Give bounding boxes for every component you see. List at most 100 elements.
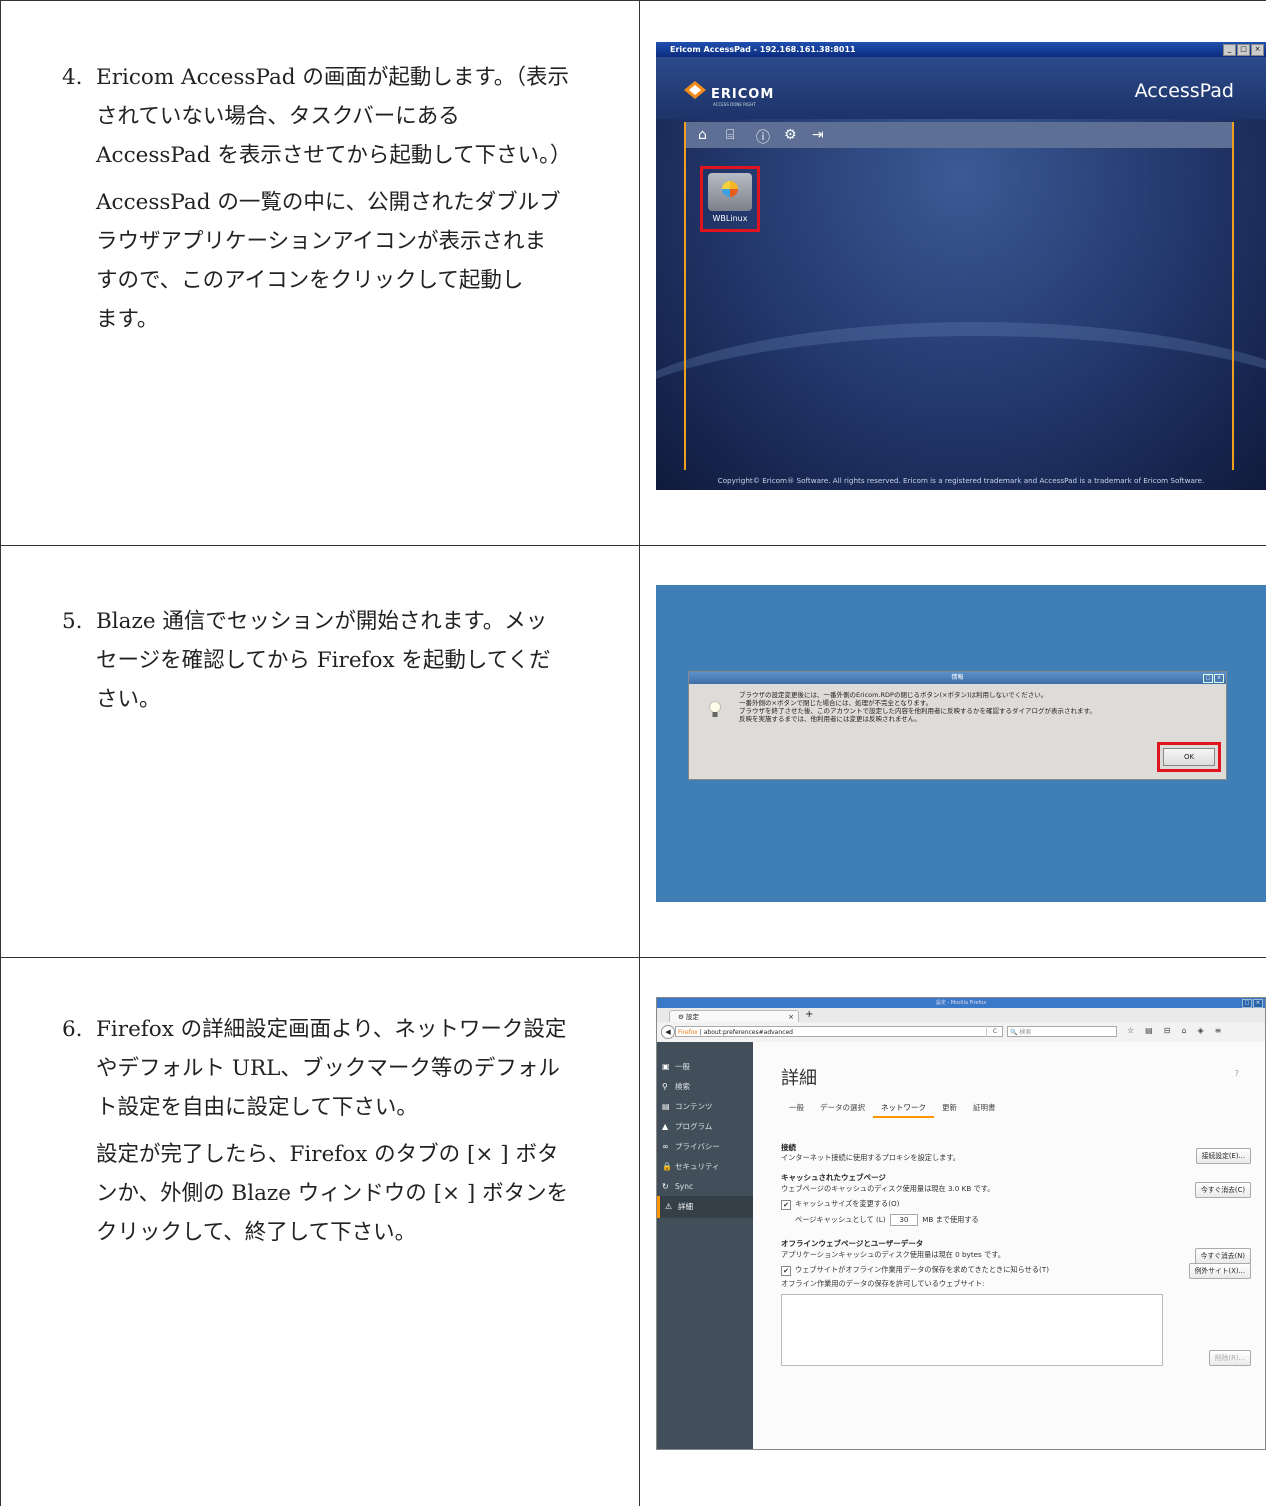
lightbulb-icon <box>709 701 721 717</box>
folder-icon[interactable]: ⌸ <box>726 127 734 143</box>
message-line: 一番外側の×ボタンで閉じた場合には、処理が不完全となります。 <box>739 699 933 707</box>
window-controls: _ □ × <box>1223 44 1264 56</box>
message-line: ブラウザの設定変更後には、一番外側のEricom.RDPの閉じるボタン(×ボタン… <box>739 691 1048 699</box>
preferences-sidebar: ▣ 一般 ⚲ 検索 ▤ コンテンツ ▲ プログラム ∞ プライバシー 🔒 セキュリティ ↻ S… <box>657 1042 753 1449</box>
content-icon: ▤ <box>662 1102 670 1111</box>
help-icon[interactable]: ? <box>1235 1069 1239 1078</box>
offline-description: アプリケーションキャッシュのディスク使用量は現在 0 bytes です。 <box>781 1250 1005 1259</box>
search-input[interactable]: 🔍 検索 <box>1007 1026 1117 1037</box>
cache-override-checkbox[interactable]: ✔ キャッシュサイズを変更する(O) <box>781 1199 900 1210</box>
accesspad-toolbar: ⌂ ⌸ ⓘ ⚙ ⇥ <box>684 122 1232 148</box>
app-tile[interactable] <box>708 173 752 211</box>
maximize-button[interactable]: □ <box>1237 44 1250 56</box>
wblinux-app-highlight[interactable]: WBLinux <box>700 166 760 232</box>
tab-certificates[interactable]: 証明書 <box>965 1098 1004 1118</box>
search-icon: ⚲ <box>662 1082 668 1091</box>
checkbox-icon[interactable]: ✔ <box>781 1200 791 1210</box>
ok-button[interactable]: OK <box>1163 748 1215 766</box>
ok-button-highlight: OK <box>1157 742 1221 772</box>
browser-app-icon[interactable] <box>722 181 738 197</box>
remove-button[interactable]: 削除(R)... <box>1208 1350 1251 1366</box>
firefox-window-title: 設定 - Mozilla Firefox <box>657 998 1265 1008</box>
reload-icon[interactable]: C <box>986 1026 1003 1037</box>
cache-heading: キャッシュされたウェブページ <box>781 1173 886 1182</box>
offline-heading: オフラインウェブページとユーザーデータ <box>781 1239 924 1248</box>
gear-icon[interactable]: ⚙ <box>784 127 797 143</box>
close-button[interactable]: × <box>1251 44 1264 56</box>
info-dialog: 情報 □ × ブラウザの設定変更後には、一番外側のEricom.RDPの閉じるボ… <box>688 671 1227 780</box>
extension-icon[interactable]: ◈ <box>1198 1026 1204 1035</box>
minimize-button[interactable]: _ <box>1223 44 1236 56</box>
info-icon[interactable]: ⓘ <box>756 127 770 147</box>
ericom-logo-text: ERICOM <box>711 87 775 102</box>
maximize-button[interactable]: □ <box>1203 674 1213 683</box>
logout-icon[interactable]: ⇥ <box>812 127 824 143</box>
url-identity: Firefox <box>678 1029 698 1036</box>
step-5-text: 5. Blaze 通信でセッションが開始されます。メッ セージを確認してから F… <box>62 602 626 727</box>
lock-icon: 🔒 <box>662 1162 672 1171</box>
privacy-mask-icon: ∞ <box>662 1142 669 1151</box>
ericom-logo-icon <box>684 81 706 99</box>
sidebar-item-privacy[interactable]: ∞ プライバシー <box>657 1136 753 1158</box>
offline-clear-button[interactable]: 今すぐ消去(N) <box>1194 1248 1251 1264</box>
step-paragraph: Ericom AccessPad の画面が起動します。（表示 されていない場合、… <box>96 65 572 168</box>
home-icon[interactable]: ⌂ <box>698 127 707 143</box>
new-tab-icon[interactable]: + <box>805 1009 813 1020</box>
cache-size-stepper[interactable]: 30 <box>889 1214 918 1226</box>
content-frame-left <box>684 122 686 470</box>
back-icon[interactable]: ◀ <box>661 1025 675 1039</box>
tab-settings[interactable]: ⚙ 設定 × <box>669 1010 799 1022</box>
downloads-icon[interactable]: ⊟ <box>1164 1026 1171 1035</box>
bookmark-star-icon[interactable]: ☆ <box>1127 1026 1134 1035</box>
close-button[interactable]: × <box>1253 999 1263 1008</box>
firefox-preferences-screenshot: 設定 - Mozilla Firefox □ × ⚙ 設定 × + ◀ Fire… <box>656 997 1266 1450</box>
close-button[interactable]: × <box>1214 674 1224 683</box>
home-icon[interactable]: ⌂ <box>1181 1026 1186 1035</box>
tab-data-choices[interactable]: データの選択 <box>812 1098 873 1118</box>
connection-heading: 接続 <box>781 1143 796 1152</box>
offline-notify-checkbox[interactable]: ✔ ウェブサイトがオフライン作業用データの保存を求めてきたときに知らせる(T) <box>781 1265 1049 1276</box>
sidebar-item-sync[interactable]: ↻ Sync <box>657 1176 753 1198</box>
sidebar-item-content[interactable]: ▤ コンテンツ <box>657 1096 753 1118</box>
table-border-top <box>0 0 1266 1</box>
offline-sites-list[interactable] <box>781 1294 1163 1366</box>
general-icon: ▣ <box>662 1062 670 1071</box>
sidebar-item-applications[interactable]: ▲ プログラム <box>657 1116 753 1138</box>
connection-settings-button[interactable]: 接続設定(E)... <box>1195 1148 1251 1164</box>
message-line: ブラウザを終了させた後、このアカウントで設定した内容を他利用者に反映するかを確認… <box>739 707 1096 715</box>
cache-size-row: ページキャッシュとして (L) 30 MB まで使用する <box>795 1214 979 1226</box>
sidebar-item-security[interactable]: 🔒 セキュリティ <box>657 1156 753 1178</box>
maximize-button[interactable]: □ <box>1242 999 1252 1008</box>
step-paragraph: Blaze 通信でセッションが開始されます。メッ セージを確認してから Fire… <box>96 609 551 712</box>
accesspad-brand: AccessPad <box>1134 80 1234 102</box>
tab-network[interactable]: ネットワーク <box>873 1098 934 1118</box>
sync-icon: ↻ <box>662 1182 669 1191</box>
app-label[interactable]: WBLinux <box>703 214 757 223</box>
step-number: 5. <box>62 609 83 634</box>
cache-clear-button[interactable]: 今すぐ消去(C) <box>1194 1182 1251 1198</box>
sidebar-item-search[interactable]: ⚲ 検索 <box>657 1076 753 1098</box>
row-divider <box>0 545 1266 546</box>
step-6-text: 6. Firefox の詳細設定画面より、ネットワーク設定 やデフォルト URL… <box>62 1010 626 1260</box>
tab-update[interactable]: 更新 <box>934 1098 965 1118</box>
content-frame-right <box>1232 122 1234 470</box>
exceptions-button[interactable]: 例外サイト(X)... <box>1188 1263 1251 1279</box>
sidebar-item-general[interactable]: ▣ 一般 <box>657 1056 753 1078</box>
step-paragraph: Firefox の詳細設定画面より、ネットワーク設定 やデフォルト URL、ブッ… <box>96 1017 567 1120</box>
row-divider <box>0 957 1266 958</box>
advanced-icon: ⚠ <box>665 1202 673 1211</box>
gear-icon: ⚙ <box>678 1013 686 1021</box>
url-bar[interactable]: Firefox | about:preferences#advanced <box>675 1026 1003 1037</box>
tab-general[interactable]: 一般 <box>781 1098 812 1118</box>
checkbox-icon[interactable]: ✔ <box>781 1266 791 1276</box>
step-number: 4. <box>62 65 83 90</box>
tab-label: 設定 <box>685 1013 699 1021</box>
toolbar-icons: ☆ ▤ ⊟ ⌂ ◈ ≡ <box>1127 1026 1221 1035</box>
dialog-controls: □ × <box>1203 674 1224 683</box>
sidebar-item-advanced[interactable]: ⚠ 詳細 <box>657 1196 753 1218</box>
message-line: 反映を実施するまでは、他利用者には変更は反映されません。 <box>739 715 921 723</box>
menu-icon[interactable]: ≡ <box>1215 1026 1222 1035</box>
offline-list-label: オフライン作業用のデータの保存を許可しているウェブサイト: <box>781 1279 985 1288</box>
bookmarks-icon[interactable]: ▤ <box>1145 1026 1153 1035</box>
blaze-session-screenshot: 情報 □ × ブラウザの設定変更後には、一番外側のEricom.RDPの閉じるボ… <box>656 585 1266 902</box>
